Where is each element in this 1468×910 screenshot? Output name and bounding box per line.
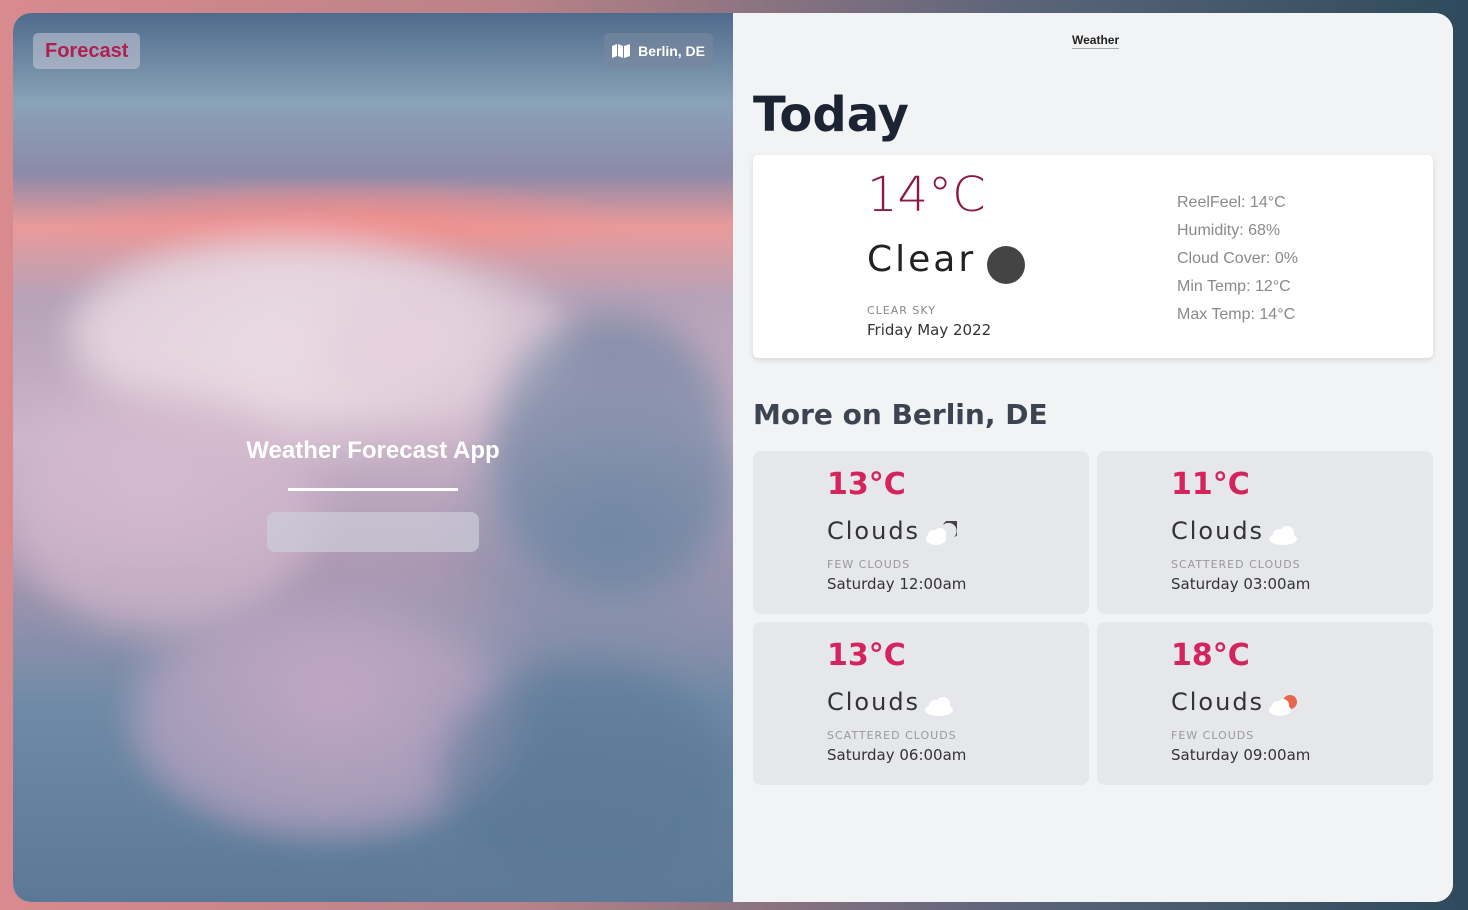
stat-humidity: Humidity: 68% [1177,222,1281,239]
moon-icon [987,246,1025,284]
forecast-condition: Clouds [827,517,921,545]
more-heading: More on Berlin, DE [753,398,1048,431]
forecast-time: Saturday 09:00am [1171,746,1311,764]
today-heading: Today [753,87,909,143]
forecast-time: Saturday 03:00am [1171,575,1311,593]
today-stats: ReelFeel: 14°C Humidity: 68% Cloud Cover… [1177,189,1298,329]
app-frame: Forecast Berlin, DE Weather Forecast App… [13,13,1453,902]
few-clouds-day-icon [1269,695,1297,716]
hero-panel: Forecast Berlin, DE Weather Forecast App [13,13,733,902]
hero-divider [288,488,458,491]
brand-logo[interactable]: Forecast [33,33,141,69]
city-search-input[interactable] [267,512,479,552]
stat-min-temp: Min Temp: 12°C [1177,278,1291,295]
today-temperature: 14°C [867,167,986,223]
today-condition: Clear [867,239,977,280]
forecast-temperature: 13°C [827,638,906,673]
hero-title: Weather Forecast App [246,437,500,464]
forecast-card[interactable]: 11°C Clouds SCATTERED CLOUDS Saturday 03… [1097,451,1433,614]
location-button[interactable]: Berlin, DE [604,33,713,69]
map-icon [612,44,631,58]
forecast-condition: Clouds [827,688,921,716]
stat-cloud-cover: Cloud Cover: 0% [1177,250,1298,267]
cloud-icon [1269,526,1297,545]
today-card: 14°C Clear CLEAR SKY Friday May 2022 Ree… [753,155,1433,358]
forecast-time: Saturday 12:00am [827,575,967,593]
forecast-card[interactable]: 13°C Clouds SCATTERED CLOUDS Saturday 06… [753,622,1089,785]
today-date: Friday May 2022 [867,321,992,339]
stat-realfeel: ReelFeel: 14°C [1177,194,1286,211]
cloud-decoration [443,663,733,893]
forecast-grid: 13°C Clouds FEW CLOUDS Saturday 12:00am … [753,451,1433,785]
cloud-decoration [13,393,313,633]
few-clouds-night-icon [926,521,957,545]
stat-max-temp: Max Temp: 14°C [1177,306,1296,323]
today-description: CLEAR SKY [867,304,936,317]
forecast-description: SCATTERED CLOUDS [1171,558,1301,571]
forecast-description: SCATTERED CLOUDS [827,729,957,742]
forecast-temperature: 11°C [1171,467,1250,502]
forecast-card[interactable]: 18°C Clouds FEW CLOUDS Saturday 09:00am [1097,622,1433,785]
nav-weather-link[interactable]: Weather [1072,33,1120,49]
location-label: Berlin, DE [638,43,705,59]
forecast-description: FEW CLOUDS [827,558,911,571]
forecast-card[interactable]: 13°C Clouds FEW CLOUDS Saturday 12:00am [753,451,1089,614]
forecast-condition: Clouds [1171,688,1265,716]
forecast-description: FEW CLOUDS [1171,729,1255,742]
forecast-temperature: 13°C [827,467,906,502]
content-panel: Weather Today 14°C Clear CLEAR SKY Frida… [733,13,1453,902]
forecast-time: Saturday 06:00am [827,746,967,764]
cloud-icon [925,697,953,716]
forecast-temperature: 18°C [1171,638,1250,673]
forecast-condition: Clouds [1171,517,1265,545]
